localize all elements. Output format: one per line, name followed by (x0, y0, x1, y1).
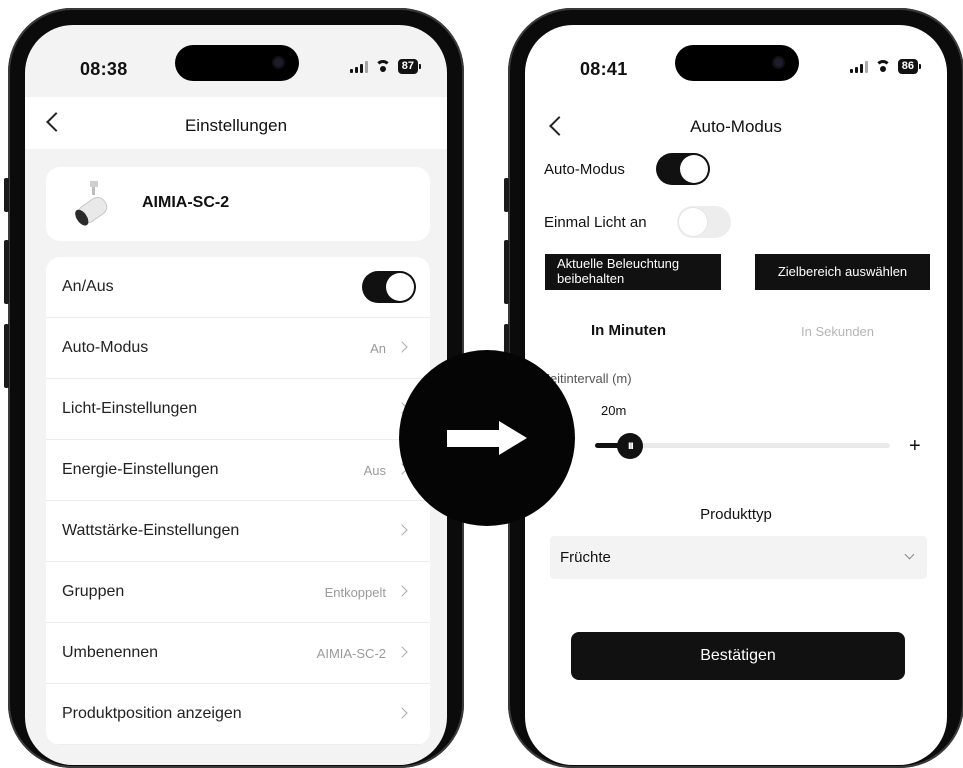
row-label: An/Aus (62, 278, 114, 295)
row-label: Wattstärke-Einstellungen (62, 522, 240, 539)
battery-level: 87 (397, 59, 418, 74)
row-value: Entkoppelt (324, 585, 386, 600)
status-time: 08:38 (80, 59, 128, 79)
settings-row-groups[interactable]: Gruppen Entkoppelt (46, 562, 430, 623)
interval-value: 20m (601, 403, 627, 418)
phone-right: 08:41 86 Auto-Modus Auto-Modus Einmal Li… (504, 8, 963, 768)
wifi-icon (874, 60, 892, 73)
chevron-right-icon (396, 646, 408, 658)
settings-list: An/Aus Auto-Modus An Licht-Einstellungen… (46, 257, 430, 745)
arrow-right-icon (447, 430, 501, 447)
chevron-right-icon (396, 341, 408, 353)
volume-down-button (4, 324, 9, 388)
volume-up-button (4, 240, 9, 304)
settings-row-auto-mode[interactable]: Auto-Modus An (46, 318, 430, 379)
transition-arrow-badge (399, 350, 575, 526)
chevron-right-icon (396, 707, 408, 719)
battery-icon: 87 (397, 59, 421, 74)
row-label: Gruppen (62, 583, 125, 600)
confirm-button[interactable]: Bestätigen (571, 632, 905, 680)
chevron-right-icon (396, 585, 408, 597)
settings-row-light[interactable]: Licht-Einstellungen (46, 379, 430, 440)
product-type-value: Früchte (560, 549, 611, 566)
signal-icon (849, 60, 868, 73)
device-card[interactable]: AIMIA-SC-2 (46, 167, 430, 241)
row-value: An (370, 341, 386, 356)
settings-row-rename[interactable]: Umbenennen AIMIA-SC-2 (46, 623, 430, 684)
dynamic-island (175, 45, 299, 81)
mute-switch (4, 178, 9, 212)
chevron-right-icon (396, 524, 408, 536)
product-type-select[interactable]: Früchte (550, 536, 927, 579)
settings-row-energy[interactable]: Energie-Einstellungen Aus (46, 440, 430, 501)
power-toggle[interactable] (362, 271, 416, 303)
row-value: AIMIA-SC-2 (316, 646, 386, 661)
auto-mode-label: Auto-Modus (544, 161, 625, 178)
row-label: Produktposition anzeigen (62, 705, 242, 722)
battery-level: 86 (897, 59, 918, 74)
mute-switch (504, 178, 509, 212)
row-value: Aus (363, 463, 386, 478)
camera-icon (774, 58, 783, 67)
row-label: Energie-Einstellungen (62, 461, 219, 478)
dynamic-island (675, 45, 799, 81)
auto-mode-toggle[interactable] (656, 153, 710, 185)
battery-icon: 86 (897, 59, 921, 74)
signal-icon (349, 60, 368, 73)
volume-up-button (504, 240, 509, 304)
spotlight-icon (75, 181, 108, 226)
interval-slider-thumb[interactable]: III (617, 433, 644, 459)
tab-seconds[interactable]: In Sekunden (801, 324, 874, 339)
product-type-label: Produkttyp (700, 506, 772, 523)
settings-row-product-position[interactable]: Produktposition anzeigen (46, 684, 430, 745)
tab-minutes[interactable]: In Minuten (591, 322, 666, 339)
arrow-head-icon (499, 421, 527, 455)
row-label: Licht-Einstellungen (62, 400, 198, 417)
keep-lighting-button[interactable]: Aktuelle Beleuchtung beibehalten (545, 254, 721, 290)
settings-row-wattage[interactable]: Wattstärke-Einstellungen (46, 501, 430, 562)
status-time: 08:41 (580, 59, 628, 79)
status-icons: 86 (849, 59, 921, 74)
device-name: AIMIA-SC-2 (142, 194, 230, 211)
status-icons: 87 (349, 59, 421, 74)
select-target-button[interactable]: Zielbereich auswählen (755, 254, 930, 290)
page-title: Einstellungen (184, 116, 288, 135)
nav-bar: Einstellungen (25, 97, 447, 149)
light-once-label: Einmal Licht an (544, 214, 647, 231)
screen-right: 08:41 86 Auto-Modus Auto-Modus Einmal Li… (525, 25, 947, 765)
row-label: Auto-Modus (62, 339, 149, 356)
plus-icon[interactable]: + (909, 435, 921, 458)
phone-left: 08:38 87 Einstellungen AIMIA-SC-2 An/Aus… (4, 8, 464, 768)
chevron-down-icon (904, 549, 915, 560)
screen-left: 08:38 87 Einstellungen AIMIA-SC-2 An/Aus… (25, 25, 447, 765)
row-label: Umbenennen (62, 644, 159, 661)
light-once-toggle[interactable] (677, 206, 731, 238)
camera-icon (274, 58, 283, 67)
settings-row-power[interactable]: An/Aus (46, 257, 430, 318)
wifi-icon (374, 60, 392, 73)
page-title: Auto-Modus (690, 117, 782, 136)
